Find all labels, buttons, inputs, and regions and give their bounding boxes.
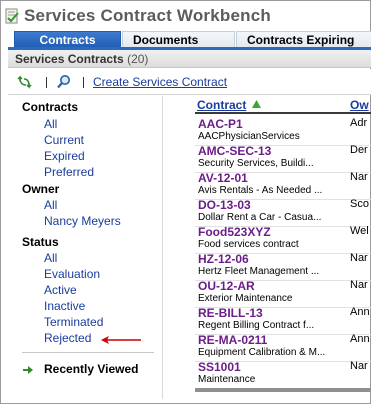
contract-id-link[interactable]: AV-12-01: [198, 171, 248, 185]
contract-owner: Sco: [350, 198, 369, 210]
contract-id-link[interactable]: AAC-P1: [198, 117, 243, 131]
filter-contracts-expired[interactable]: Expired: [44, 149, 85, 163]
section-title: Services Contracts (20): [15, 52, 148, 66]
contract-id-link[interactable]: SS1001: [198, 360, 241, 374]
contract-owner: Der: [350, 144, 368, 156]
contract-id-link[interactable]: OU-12-AR: [198, 279, 255, 293]
filter-divider: [22, 352, 154, 353]
column-header-contract[interactable]: Contract: [197, 98, 246, 112]
column-header-owner[interactable]: Ow: [350, 98, 369, 112]
contract-id-link[interactable]: AMC-SEC-13: [198, 144, 271, 158]
tab-contracts-expiring[interactable]: Contracts Expiring: [236, 31, 371, 48]
contract-id-link[interactable]: RE-MA-0211: [198, 333, 267, 347]
contract-owner: Nar: [350, 360, 368, 372]
contract-id-link[interactable]: RE-BILL-13: [198, 306, 263, 320]
tab-documents[interactable]: Documents: [122, 31, 235, 48]
list-header: Contract Ow: [195, 97, 371, 114]
search-icon[interactable]: [56, 74, 72, 90]
tab-contracts[interactable]: Contracts: [14, 31, 121, 48]
filter-heading-status: Status: [22, 235, 59, 249]
contract-owner: Wel: [350, 225, 369, 237]
section-header: Services Contracts (20): [8, 50, 371, 68]
section-title-text: Services Contracts: [15, 52, 124, 66]
panel-divider: [162, 96, 163, 399]
filter-status-rejected[interactable]: Rejected: [44, 331, 91, 345]
contract-id-link[interactable]: DO-13-03: [198, 198, 251, 212]
horizontal-scrollbar[interactable]: [195, 388, 371, 392]
page-title: Services Contract Workbench: [24, 6, 271, 25]
filter-status-evaluation[interactable]: Evaluation: [44, 267, 100, 281]
arrow-right-icon: [23, 366, 33, 374]
create-services-contract-link[interactable]: Create Services Contract: [93, 75, 227, 89]
sort-ascending-icon[interactable]: [252, 100, 261, 108]
filter-heading-owner: Owner: [22, 182, 60, 196]
contract-id-link[interactable]: HZ-12-06: [198, 252, 249, 266]
toolbar-separator: [83, 77, 84, 88]
filter-contracts-current[interactable]: Current: [44, 133, 84, 147]
filter-status-all[interactable]: All: [44, 251, 57, 265]
contract-owner: Nar: [350, 252, 368, 264]
sync-arrows-icon[interactable]: [17, 74, 33, 90]
section-count: (20): [127, 52, 149, 66]
recently-viewed-toggle[interactable]: Recently Viewed: [44, 362, 139, 376]
contract-id-link[interactable]: Food523XYZ: [198, 225, 271, 239]
contract-owner: Adr: [350, 117, 368, 129]
filter-heading-contracts: Contracts: [22, 100, 79, 114]
filter-status-terminated[interactable]: Terminated: [44, 315, 103, 329]
table-row[interactable]: SS1001 Maintenance Nar: [195, 357, 371, 388]
filter-owner-nancy-meyers[interactable]: Nancy Meyers: [44, 214, 121, 228]
toolbar: Create Services Contract: [8, 69, 371, 95]
contract-list: AAC-P1 AACPhysicianServices Adr AMC-SEC-…: [195, 114, 371, 388]
filter-contracts-all[interactable]: All: [44, 117, 57, 131]
contract-check-icon: [5, 8, 19, 24]
contract-owner: Nar: [350, 171, 368, 183]
contract-owner: Nar: [350, 279, 368, 291]
toolbar-separator: [46, 77, 47, 88]
annotation-arrow-icon: [101, 336, 141, 344]
filter-owner-all[interactable]: All: [44, 198, 57, 212]
filter-contracts-preferred[interactable]: Preferred: [44, 165, 94, 179]
title-bar: Services Contract Workbench: [4, 5, 271, 27]
contract-description: Maintenance: [198, 374, 256, 385]
contract-owner: Ann: [350, 306, 370, 318]
filter-status-active[interactable]: Active: [44, 283, 77, 297]
contract-owner: Ann: [350, 333, 370, 345]
tab-bar: Contracts Documents Contracts Expiring: [14, 31, 371, 48]
filter-status-inactive[interactable]: Inactive: [44, 299, 85, 313]
